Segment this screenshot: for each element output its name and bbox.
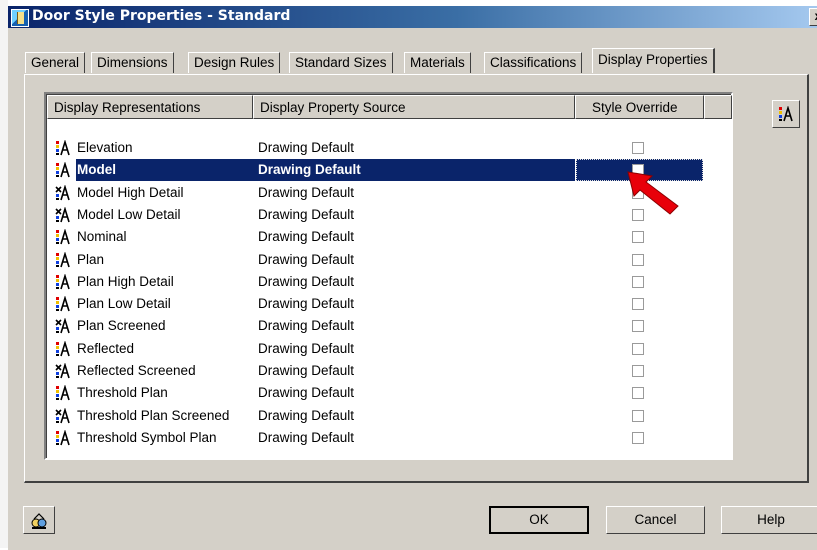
display-representation-name: Plan Low Detail (77, 296, 171, 312)
style-manager-button[interactable] (23, 506, 55, 534)
style-manager-icon (31, 513, 47, 529)
style-override-checkbox[interactable] (632, 298, 644, 311)
display-representation-name: Elevation (77, 140, 133, 155)
window-title: Door Style Properties - Standard (32, 8, 291, 24)
tab-dimensions[interactable]: Dimensions (91, 52, 174, 73)
style-override-checkbox[interactable] (632, 431, 644, 444)
cancel-button[interactable]: Cancel (606, 506, 705, 534)
display-representation-name: Threshold Symbol Plan (77, 429, 217, 445)
style-override-checkbox[interactable] (632, 275, 644, 288)
display-rep-icon (55, 385, 71, 401)
style-override-checkbox[interactable] (632, 387, 644, 400)
column-header-display-representations[interactable]: Display Representations (47, 95, 253, 119)
display-property-source: Drawing Default (258, 273, 355, 289)
display-property-source: Drawing Default (258, 296, 355, 312)
display-property-source: Drawing Default (258, 184, 355, 200)
display-property-source: Drawing Default (258, 363, 355, 378)
style-override-checkbox[interactable] (632, 142, 644, 154)
display-representation-name: Reflected (77, 340, 135, 356)
tab-classifications[interactable]: Classifications (484, 52, 583, 73)
display-rep-button[interactable] (772, 100, 800, 128)
column-header-style-override[interactable]: Style Override (575, 95, 704, 119)
list-item[interactable]: Plan High Detail Drawing Default (47, 271, 732, 293)
display-property-source: Drawing Default (258, 429, 355, 445)
display-property-source: Drawing Default (258, 385, 355, 401)
display-rep-alt-icon (55, 184, 71, 201)
display-representation-name: Model (77, 162, 116, 178)
tab-materials[interactable]: Materials (404, 52, 471, 73)
display-representation-name: Threshold Plan Screened (77, 407, 230, 423)
display-rep-icon (55, 162, 71, 178)
display-representation-name: Plan (77, 251, 105, 267)
style-override-checkbox[interactable] (632, 365, 644, 377)
list-item[interactable]: Plan Drawing Default (47, 249, 732, 271)
style-override-checkbox[interactable] (632, 320, 644, 333)
tab-general[interactable]: General (25, 52, 86, 73)
display-representation-name: Model High Detail (77, 184, 184, 200)
display-representation-name: Nominal (77, 229, 127, 245)
tab-display-properties[interactable]: Display Properties (592, 48, 715, 73)
page-margin (0, 0, 8, 548)
door-style-app-icon (11, 9, 29, 27)
list-item[interactable]: Elevation Drawing Default (47, 137, 732, 159)
close-button[interactable]: x (809, 8, 817, 26)
list-item[interactable]: Nominal Drawing Default (47, 226, 732, 248)
display-rep-icon (55, 229, 71, 245)
display-property-source: Drawing Default (258, 140, 355, 155)
title-bar[interactable]: Door Style Properties - Standard x (8, 6, 817, 28)
display-rep-icon (55, 340, 71, 357)
list-item[interactable]: Threshold Symbol Plan Drawing Default (47, 427, 732, 449)
column-header-blank (704, 95, 732, 119)
pointer-arrow-icon (627, 171, 679, 215)
display-representation-name: Reflected Screened (77, 363, 196, 378)
ok-button[interactable]: OK (489, 506, 589, 534)
column-header-display-property-source[interactable]: Display Property Source (253, 95, 575, 119)
style-override-checkbox[interactable] (632, 231, 644, 244)
display-rep-icon (779, 106, 793, 122)
list-item[interactable]: Reflected Drawing Default (47, 338, 732, 360)
list-item[interactable]: Plan Screened Drawing Default (47, 315, 732, 337)
list-item[interactable]: Reflected Screened Drawing Default (47, 360, 732, 382)
display-representation-name: Model Low Detail (77, 206, 181, 222)
display-rep-icon (55, 251, 71, 268)
display-representation-name: Threshold Plan (77, 385, 168, 401)
display-rep-alt-icon (55, 363, 71, 379)
list-item[interactable]: Threshold Plan Drawing Default (47, 382, 732, 404)
display-property-source: Drawing Default (258, 251, 355, 267)
display-rep-alt-icon (55, 206, 71, 223)
list-item[interactable]: Threshold Plan Screened Drawing Default (47, 405, 732, 427)
display-rep-icon (55, 140, 71, 156)
tab-design-rules[interactable]: Design Rules (188, 52, 281, 73)
style-override-checkbox[interactable] (632, 409, 644, 422)
help-button[interactable]: Help (721, 506, 817, 534)
list-item[interactable]: Plan Low Detail Drawing Default (47, 293, 732, 315)
display-representation-name: Plan Screened (77, 318, 166, 334)
tab-standard-sizes[interactable]: Standard Sizes (289, 52, 393, 73)
style-override-checkbox[interactable] (632, 253, 644, 266)
display-rep-icon (55, 273, 71, 290)
style-override-checkbox[interactable] (632, 342, 644, 355)
display-representation-name: Plan High Detail (77, 273, 174, 289)
display-property-source: Drawing Default (258, 340, 355, 356)
display-property-source: Drawing Default (258, 206, 355, 222)
display-property-source: Drawing Default (258, 162, 361, 178)
display-rep-icon (55, 429, 71, 446)
display-property-source: Drawing Default (258, 229, 355, 245)
display-rep-icon (55, 296, 71, 312)
display-rep-alt-icon (55, 407, 71, 424)
display-property-source: Drawing Default (258, 407, 355, 423)
display-rep-alt-icon (55, 318, 71, 334)
door-style-properties-dialog: Door Style Properties - Standard x Gener… (8, 6, 817, 550)
display-property-source: Drawing Default (258, 318, 355, 334)
display-representations-list[interactable]: Display Representations Display Property… (44, 92, 733, 460)
